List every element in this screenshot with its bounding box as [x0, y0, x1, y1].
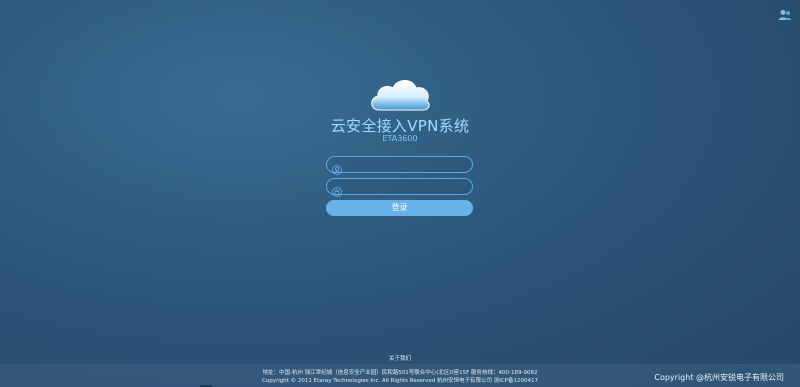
username-field[interactable]: [326, 156, 473, 175]
username-input[interactable]: [346, 157, 466, 172]
lock-icon: [332, 182, 342, 197]
login-button[interactable]: 登录: [326, 200, 473, 216]
cloud-icon: [367, 74, 433, 114]
users-icon[interactable]: [778, 6, 792, 20]
footer-brand: Copyright @杭州安锐电子有限公司: [654, 373, 784, 382]
password-input[interactable]: [346, 179, 466, 194]
app-title: 云安全接入VPN系统: [330, 117, 470, 135]
app-model: ETA3600: [382, 134, 418, 143]
about-us-link[interactable]: 关于我们: [0, 354, 800, 362]
footer: 地址：中国-杭州 钱江世纪城（信息安全产业园）民和路501号联合中心(北区D座1…: [0, 364, 800, 387]
password-field[interactable]: [326, 178, 473, 197]
user-icon: [332, 160, 342, 175]
